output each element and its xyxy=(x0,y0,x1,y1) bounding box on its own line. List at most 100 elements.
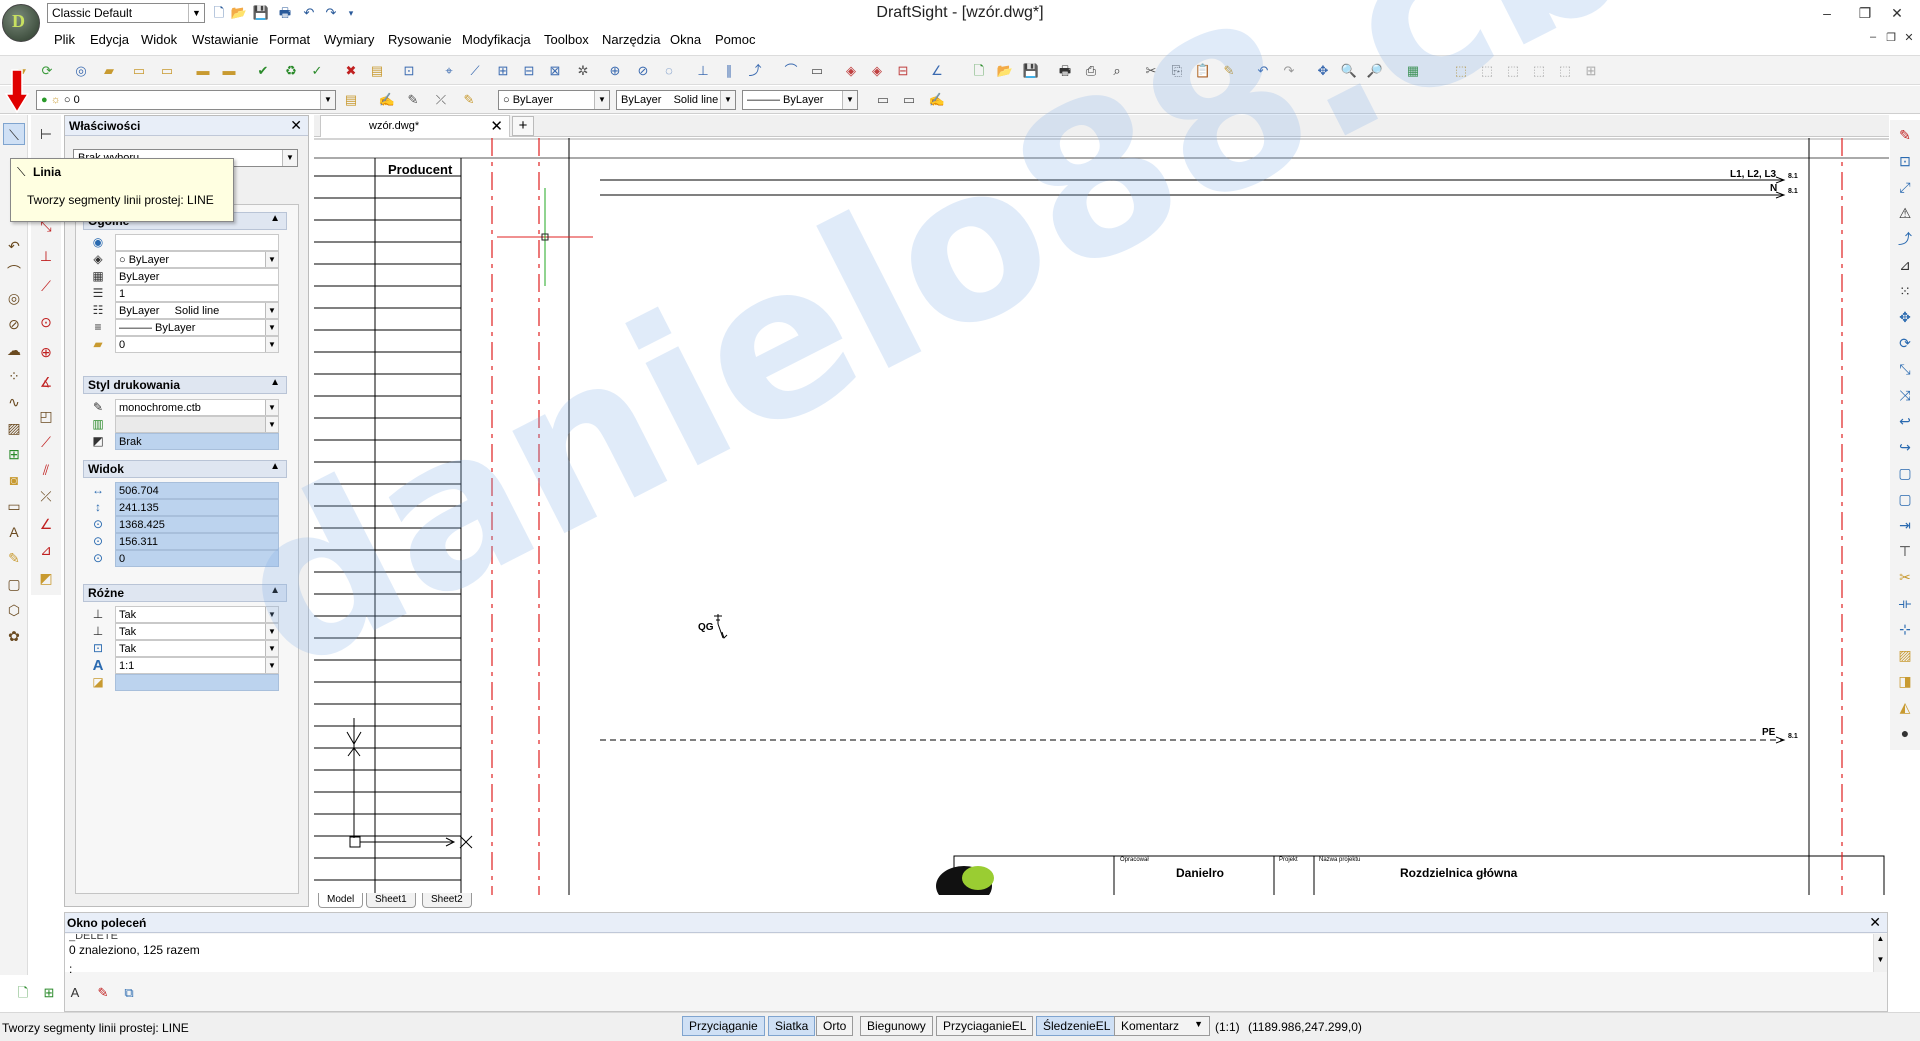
comment-dropdown[interactable]: Komentarz ▼ xyxy=(1114,1016,1210,1036)
erase-tool-icon[interactable]: ✎ xyxy=(1894,124,1916,146)
snap-tangent-icon[interactable]: ◌ xyxy=(660,62,678,80)
prop-ucs-icon-origin[interactable]: ⊥ Tak ▼ xyxy=(87,623,287,640)
join-tool-icon[interactable]: ⇥ xyxy=(1894,514,1916,536)
layout-template-icon[interactable]: ⊞ xyxy=(40,984,58,1002)
prop-center-x[interactable]: ↔ 506.704 xyxy=(87,482,287,499)
stretch-tool-icon[interactable]: ⤨ xyxy=(1894,384,1916,406)
esnap-toggle[interactable]: PrzyciaganieEL xyxy=(936,1016,1034,1036)
dim-arc-icon[interactable]: ◰ xyxy=(35,405,57,427)
dim-linear-icon[interactable]: ⊢ xyxy=(35,123,57,145)
insert-block-icon[interactable]: ⊞ xyxy=(3,443,25,465)
pattern-tool-icon[interactable]: ⊿ xyxy=(1894,254,1916,276)
print-drawing-icon[interactable]: 🖶 xyxy=(1056,62,1074,80)
drawing-canvas[interactable]: Producent L1, L2, L3 N PE 8.1 8.1 8.1 QG… xyxy=(314,138,1889,895)
page-setup-icon[interactable]: ⌕ xyxy=(1108,62,1126,80)
prop-print-style[interactable]: ✎ monochrome.ctb ▼ xyxy=(87,399,287,416)
menu-toolbox[interactable]: Toolbox xyxy=(544,32,589,47)
extend-tool-icon[interactable]: ▢ xyxy=(1894,462,1916,484)
arc-3pt-icon[interactable]: ⌒ xyxy=(3,261,25,283)
snap-extension-icon[interactable]: ⊠ xyxy=(546,62,564,80)
open-drawing-icon[interactable]: 📂 xyxy=(996,62,1014,80)
trim-tool-icon[interactable]: ↪ xyxy=(1894,436,1916,458)
text-icon[interactable]: ▭ xyxy=(874,91,892,109)
redo-icon[interactable]: ↷ xyxy=(322,4,340,22)
layout-text-icon[interactable]: A xyxy=(66,984,84,1002)
properties-tool-icon[interactable]: ● xyxy=(1894,722,1916,744)
new-tab-button[interactable]: + xyxy=(512,116,534,136)
snap-apparent-icon[interactable]: ⊟ xyxy=(520,62,538,80)
layout-tab-sheet1[interactable]: Sheet1 xyxy=(366,893,416,908)
snap-quadrant-icon[interactable]: ⊘ xyxy=(634,62,652,80)
new-drawing-icon[interactable]: 🗋 xyxy=(970,62,988,80)
menu-edycja[interactable]: Edycja xyxy=(90,32,129,47)
view-side-icon[interactable]: ⬚ xyxy=(1530,62,1548,80)
snap-intersection-icon[interactable]: ⊞ xyxy=(494,62,512,80)
mdi-close-button[interactable]: ✕ xyxy=(1900,31,1918,44)
table-icon[interactable]: ▭ xyxy=(3,495,25,517)
prop-linetype-line[interactable]: ☷ ByLayer Solid line ▼ xyxy=(87,302,287,319)
rotate-tool-icon[interactable]: ⟳ xyxy=(1894,332,1916,354)
line-tool-icon[interactable]: ⟍ xyxy=(3,123,25,145)
mirror-axis-icon[interactable]: ⚠ xyxy=(1894,202,1916,224)
text-style-icon[interactable]: ✎ xyxy=(404,91,422,109)
polygon-icon[interactable]: ⬡ xyxy=(3,599,25,621)
hatch-icon[interactable]: ▨ xyxy=(3,417,25,439)
dim-radius-icon[interactable]: ⟋ xyxy=(35,275,57,297)
match-properties-icon[interactable]: ✎ xyxy=(1220,62,1238,80)
snap-nearest-icon[interactable]: ⤴ xyxy=(746,62,764,80)
copy-icon[interactable]: ⎘ xyxy=(1168,62,1186,80)
prop-linetype-scale[interactable]: ☰ 1 xyxy=(87,285,287,302)
prop-view-twist[interactable]: ⊙ 0 xyxy=(87,550,287,567)
snap-none-icon[interactable]: ▭ xyxy=(808,62,826,80)
app-logo-icon[interactable]: D xyxy=(2,4,40,42)
save-icon[interactable]: 💾 xyxy=(252,4,270,22)
cut-icon[interactable]: ✂ xyxy=(1142,62,1160,80)
layer-combo[interactable]: ● ☼ ○ 0 ▼ xyxy=(36,90,336,110)
menu-wstawianie[interactable]: Wstawianie xyxy=(192,32,258,47)
section-print-style[interactable]: Styl drukowania ▲ xyxy=(83,376,287,394)
close-icon[interactable]: ✕ xyxy=(290,117,302,134)
layout-edit-icon[interactable]: ✎ xyxy=(94,984,112,1002)
spell-check-icon[interactable]: ✍ xyxy=(928,91,946,109)
edit-hatch-icon[interactable]: ▨ xyxy=(1894,644,1916,666)
color-combo[interactable]: ○ ByLayer ▼ xyxy=(498,90,610,110)
print-preview-icon[interactable]: ⎙ xyxy=(1082,62,1100,80)
prop-view-width[interactable]: ⊙ 1368.425 xyxy=(87,516,287,533)
section-view[interactable]: Widok ▲ xyxy=(83,460,287,478)
view-front-icon[interactable]: ⬚ xyxy=(1504,62,1522,80)
section-misc[interactable]: Różne ▲ xyxy=(83,584,287,602)
menu-pomoc[interactable]: Pomoc xyxy=(715,32,755,47)
style-icon[interactable]: ✍ xyxy=(378,91,396,109)
mirror-tool-icon[interactable]: ⤢ xyxy=(1894,176,1916,198)
snap-endpoint-icon[interactable]: ⌖ xyxy=(440,62,458,80)
circle-icon[interactable]: ◎ xyxy=(3,287,25,309)
command-input[interactable]: : xyxy=(69,962,72,976)
save-drawing-icon[interactable]: 💾 xyxy=(1022,62,1040,80)
menu-narzedzia[interactable]: Narzędzia xyxy=(602,32,661,47)
offset-tool-icon[interactable]: ⤴ xyxy=(1894,228,1916,250)
customize-quick-access-icon[interactable]: ▾ xyxy=(342,4,360,22)
menu-modyfikacja[interactable]: Modyfikacja xyxy=(462,32,531,47)
scroll-up-icon[interactable]: ▲ xyxy=(1874,934,1887,943)
undo-toolbar-icon[interactable]: ↶ xyxy=(1254,62,1272,80)
dim-leader-icon[interactable]: ∠ xyxy=(35,513,57,535)
zoom-window-icon[interactable]: 🔎 xyxy=(1366,62,1384,80)
view-3d-icon[interactable]: ⬚ xyxy=(1452,62,1470,80)
distance-icon[interactable]: ⊟ xyxy=(894,62,912,80)
prop-annotation-scale[interactable]: A 1:1 ▼ xyxy=(87,657,287,674)
mtext-icon[interactable]: ▭ xyxy=(900,91,918,109)
rectangle-icon[interactable]: ▢ xyxy=(3,573,25,595)
snap-perpendicular-icon[interactable]: ⊥ xyxy=(694,62,712,80)
snap-node-icon[interactable]: ✲ xyxy=(574,62,592,80)
lineweight-combo[interactable]: ——— ByLayer ▼ xyxy=(742,90,858,110)
layer-manager-icon[interactable]: ▤ xyxy=(342,91,360,109)
lengthen-tool-icon[interactable]: ↩ xyxy=(1894,410,1916,432)
array-tool-icon[interactable]: ⁙ xyxy=(1894,280,1916,302)
recycle-icon[interactable]: ♻ xyxy=(282,62,300,80)
layout-new-icon[interactable]: 🗋 xyxy=(14,984,32,1002)
print-icon[interactable]: 🖶 xyxy=(276,4,294,22)
copy-layer-icon[interactable]: ▭ xyxy=(130,62,148,80)
linetype-combo[interactable]: ByLayer Solid line ▼ xyxy=(616,90,736,110)
accept-icon[interactable]: ✓ xyxy=(308,62,326,80)
close-icon[interactable]: ✕ xyxy=(1869,914,1881,931)
